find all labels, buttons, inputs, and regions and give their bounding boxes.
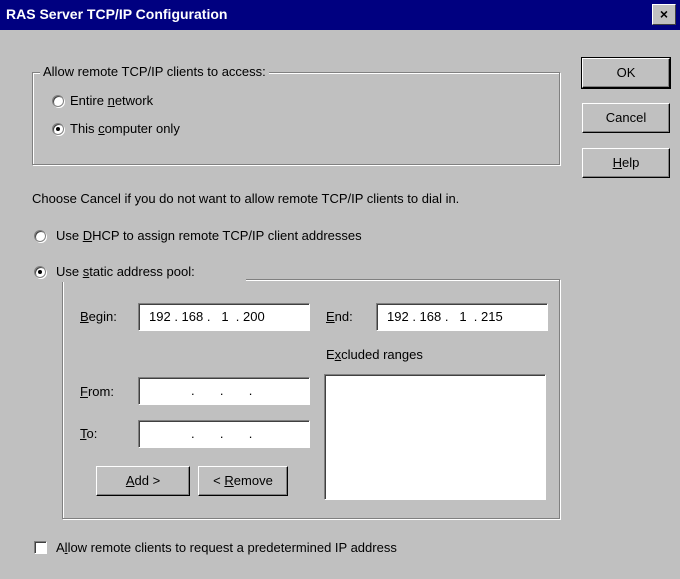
close-icon: × bbox=[659, 6, 669, 22]
ok-button[interactable]: OK bbox=[581, 57, 671, 89]
to-label: To: bbox=[80, 426, 98, 441]
access-groupbox bbox=[32, 72, 560, 165]
excluded-ranges-list[interactable] bbox=[324, 374, 546, 500]
cancel-button[interactable]: Cancel bbox=[582, 103, 670, 133]
help-button-label: Help bbox=[612, 155, 640, 170]
add-button-label: Add > bbox=[125, 473, 161, 488]
allow-predetermined-checkbox[interactable] bbox=[34, 541, 47, 554]
this-computer-option[interactable]: This computer only bbox=[50, 121, 250, 139]
dhcp-radio[interactable] bbox=[34, 230, 46, 242]
cancel-button-label: Cancel bbox=[605, 110, 647, 125]
remove-button-label: < Remove bbox=[213, 473, 273, 488]
ok-button-label: OK bbox=[616, 65, 636, 80]
begin-ip-field[interactable]: 192 . 168 . 1 . 200 bbox=[138, 303, 310, 331]
entire-network-radio[interactable] bbox=[52, 95, 64, 107]
allow-predetermined-option[interactable]: Allow remote clients to request a predet… bbox=[32, 538, 492, 558]
help-button[interactable]: Help bbox=[582, 148, 670, 178]
remove-button[interactable]: < Remove bbox=[198, 466, 288, 496]
end-ip-value: 192 . 168 . 1 . 215 bbox=[387, 309, 503, 324]
window-title: RAS Server TCP/IP Configuration bbox=[6, 6, 228, 22]
from-label: From: bbox=[80, 384, 114, 399]
this-computer-label: This computer only bbox=[70, 121, 180, 136]
end-label: End: bbox=[326, 309, 353, 324]
to-ip-field[interactable]: . . . bbox=[138, 420, 310, 448]
dhcp-option[interactable]: Use DHCP to assign remote TCP/IP client … bbox=[32, 227, 472, 245]
from-ip-field[interactable]: . . . bbox=[138, 377, 310, 405]
entire-network-option[interactable]: Entire network bbox=[50, 93, 250, 111]
end-ip-field[interactable]: 192 . 168 . 1 . 215 bbox=[376, 303, 548, 331]
static-pool-label: Use static address pool: bbox=[56, 264, 195, 279]
from-ip-dots: . . . bbox=[191, 383, 253, 398]
dhcp-label: Use DHCP to assign remote TCP/IP client … bbox=[56, 228, 362, 243]
info-text: Choose Cancel if you do not want to allo… bbox=[32, 191, 460, 206]
excluded-ranges-label: Excluded ranges bbox=[326, 347, 423, 362]
begin-ip-value: 192 . 168 . 1 . 200 bbox=[149, 309, 265, 324]
to-ip-dots: . . . bbox=[191, 426, 253, 441]
begin-label: Begin: bbox=[80, 309, 117, 324]
access-group-legend: Allow remote TCP/IP clients to access: bbox=[40, 64, 269, 80]
add-button[interactable]: Add > bbox=[96, 466, 190, 496]
entire-network-label: Entire network bbox=[70, 93, 154, 108]
title-bar[interactable]: RAS Server TCP/IP Configuration × bbox=[0, 0, 680, 30]
static-pool-radio[interactable] bbox=[34, 266, 46, 278]
close-button[interactable]: × bbox=[652, 4, 676, 25]
allow-predetermined-label: Allow remote clients to request a predet… bbox=[56, 540, 397, 555]
static-pool-option[interactable]: Use static address pool: bbox=[30, 262, 246, 282]
this-computer-radio[interactable] bbox=[52, 123, 64, 135]
